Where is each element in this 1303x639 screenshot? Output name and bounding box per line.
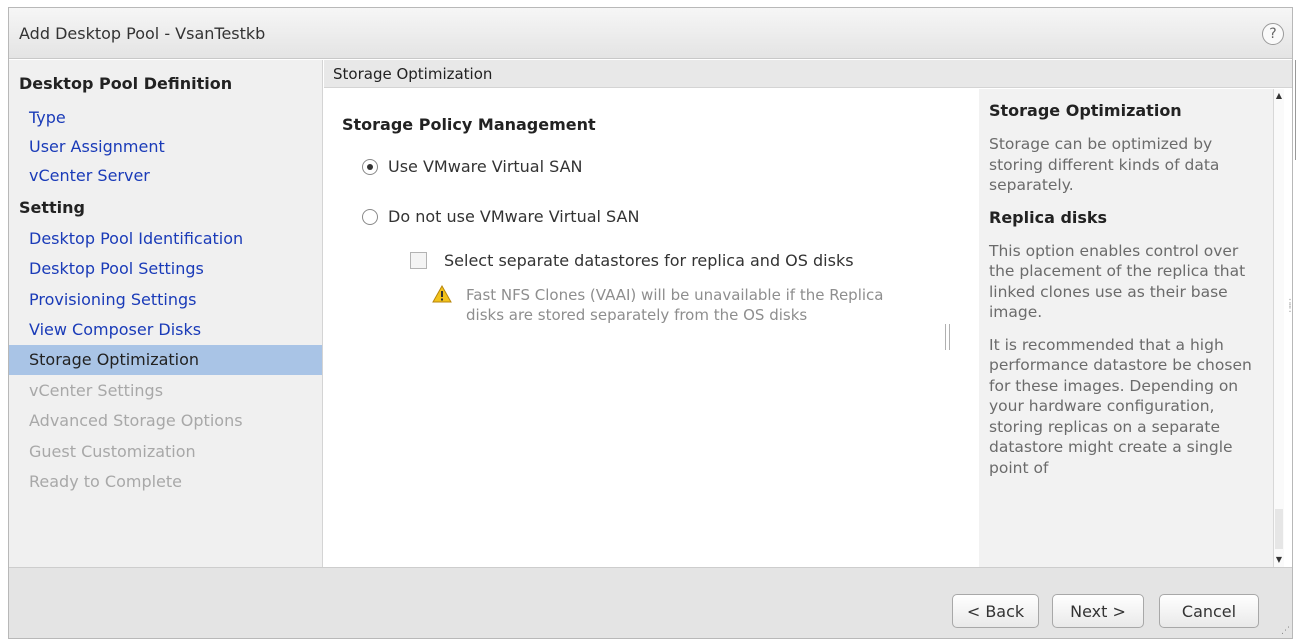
- wizard-sidebar: Desktop Pool Definition Type User Assign…: [9, 60, 323, 567]
- sidebar-section-setting: Setting: [19, 198, 85, 217]
- next-button[interactable]: Next >: [1052, 594, 1144, 628]
- help-paragraph: Storage can be optimized by storing diff…: [989, 135, 1220, 194]
- separate-datastores-option[interactable]: Select separate datastores for replica a…: [410, 251, 854, 270]
- sidebar-item-provisioning-settings[interactable]: Provisioning Settings: [9, 285, 322, 315]
- use-vsan-option[interactable]: Use VMware Virtual SAN: [362, 157, 583, 176]
- sidebar-item-desktop-pool-settings[interactable]: Desktop Pool Settings: [9, 254, 322, 284]
- storage-policy-heading: Storage Policy Management: [342, 115, 596, 134]
- warning-triangle-icon: [432, 285, 452, 303]
- separate-datastores-label: Select separate datastores for replica a…: [444, 251, 854, 270]
- cancel-button[interactable]: Cancel: [1159, 594, 1259, 628]
- sidebar-item-desktop-pool-identification[interactable]: Desktop Pool Identification: [9, 224, 322, 254]
- help-content: Storage Optimization Storage can be opti…: [989, 101, 1259, 490]
- no-vsan-option[interactable]: Do not use VMware Virtual SAN: [362, 207, 639, 226]
- no-vsan-label: Do not use VMware Virtual SAN: [388, 207, 640, 226]
- sidebar-item-guest-customization: Guest Customization: [29, 442, 196, 461]
- use-vsan-label: Use VMware Virtual SAN: [388, 157, 583, 176]
- panel-splitter[interactable]: [945, 324, 950, 350]
- dialog-footer: < Back Next > Cancel ⋰: [9, 567, 1292, 638]
- help-icon[interactable]: ?: [1262, 23, 1284, 45]
- sidebar-item-view-composer-disks[interactable]: View Composer Disks: [9, 315, 322, 345]
- dialog-title: Add Desktop Pool - VsanTestkb: [19, 24, 266, 43]
- sidebar-section-definition: Desktop Pool Definition: [19, 74, 233, 93]
- no-vsan-radio[interactable]: [362, 208, 378, 225]
- back-button[interactable]: < Back: [952, 594, 1039, 628]
- scroll-thumb[interactable]: [1275, 509, 1283, 549]
- sidebar-item-vcenter-server[interactable]: vCenter Server: [9, 161, 322, 191]
- help-heading-replica-disks: Replica disks: [989, 207, 1108, 227]
- window-edge: [1295, 60, 1299, 160]
- title-bar: Add Desktop Pool - VsanTestkb ?: [9, 8, 1292, 59]
- help-scrollbar[interactable]: ▲ ▼: [1273, 89, 1284, 567]
- warning-text: Fast NFS Clones (VAAI) will be unavailab…: [466, 286, 884, 324]
- add-desktop-pool-dialog: Add Desktop Pool - VsanTestkb ? Desktop …: [8, 7, 1295, 639]
- help-paragraph: This option enables control over the pla…: [989, 241, 1246, 322]
- sidebar-item-advanced-storage-options: Advanced Storage Options: [29, 411, 243, 430]
- page-title: Storage Optimization: [333, 65, 493, 83]
- scroll-down-arrow-icon[interactable]: ▼: [1274, 553, 1284, 567]
- sidebar-item-vcenter-settings: vCenter Settings: [29, 381, 164, 400]
- use-vsan-radio[interactable]: [362, 158, 378, 175]
- help-panel: Storage Optimization Storage can be opti…: [979, 89, 1283, 567]
- sidebar-item-user-assignment[interactable]: User Assignment: [9, 132, 322, 162]
- sidebar-item-type[interactable]: Type: [9, 103, 322, 133]
- sidebar-item-storage-optimization[interactable]: Storage Optimization: [9, 345, 322, 375]
- sidebar-item-ready-to-complete: Ready to Complete: [29, 472, 183, 491]
- vaai-warning: Fast NFS Clones (VAAI) will be unavailab…: [432, 285, 886, 325]
- help-paragraph: It is recommended that a high performanc…: [989, 335, 1252, 477]
- grip-dots-icon: ⋮ ⋮: [1285, 298, 1295, 314]
- help-heading-storage-optimization: Storage Optimization: [989, 101, 1182, 120]
- resize-grip-icon[interactable]: ⋰: [1281, 626, 1290, 636]
- main-content: Storage Policy Management Use VMware Vir…: [324, 89, 979, 567]
- separate-datastores-checkbox[interactable]: [410, 252, 427, 269]
- breadcrumb: Storage Optimization: [324, 60, 1292, 88]
- scroll-up-arrow-icon[interactable]: ▲: [1274, 89, 1284, 103]
